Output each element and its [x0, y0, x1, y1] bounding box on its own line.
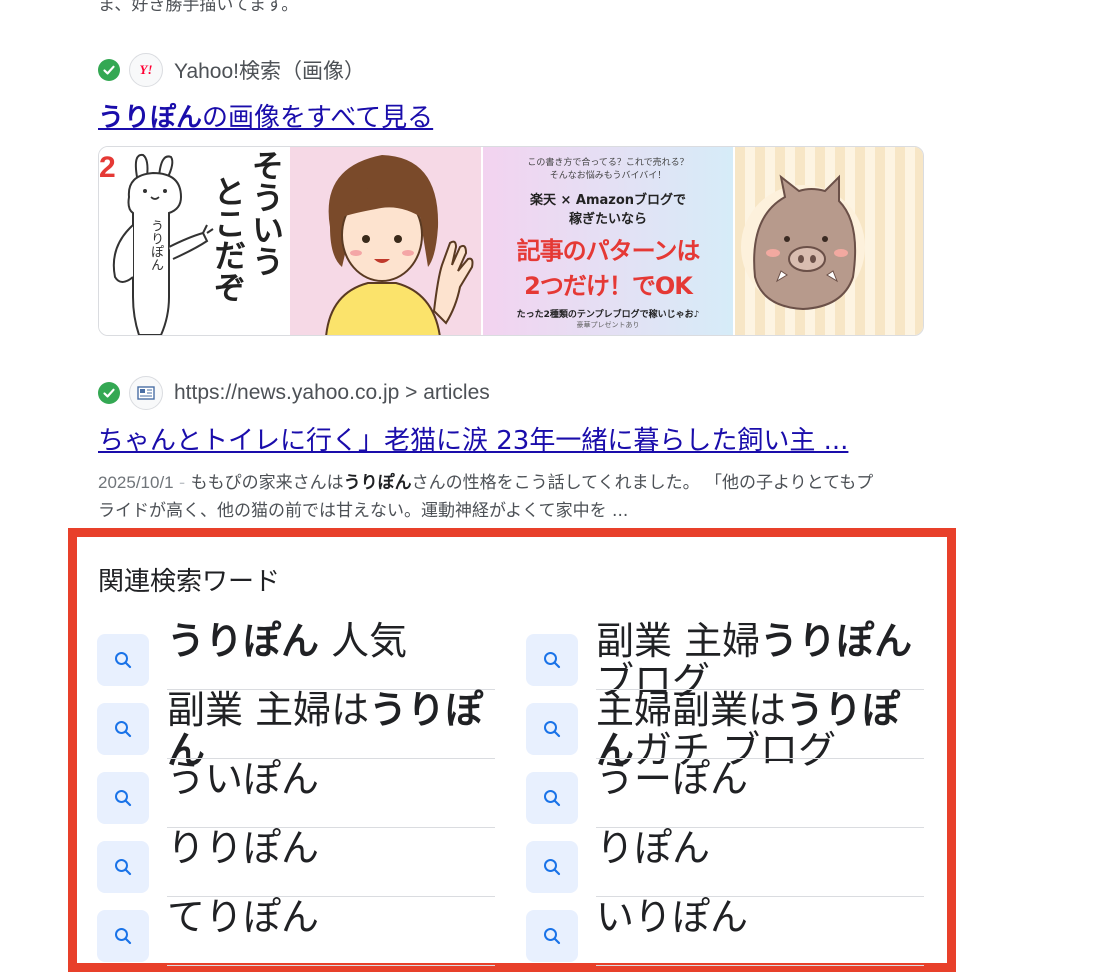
news-snippet-pre: ももぴの家来さんは: [190, 473, 344, 493]
search-icon: [526, 910, 578, 962]
search-icon: [97, 841, 149, 893]
banner-tiny-line: 豪華プレゼントあり: [576, 321, 640, 329]
news-result-source[interactable]: https://news.yahoo.co.jp > articles: [98, 375, 888, 411]
related-search-text-pre: うーぽん: [596, 757, 749, 801]
related-search-item[interactable]: うりぽん 人気: [97, 621, 495, 693]
banner-top-line2: そんなお悩みもうバイバイ！: [549, 171, 667, 181]
related-search-text-bold: うりぽん: [167, 619, 320, 663]
image-result-source-name: Yahoo!検索（画像）: [174, 60, 365, 83]
thumb1-text-line1: そういう: [247, 149, 285, 277]
image-thumbnails: 2 うりぽん そういう とこだぞ この書き方で合ってる？これで売れる？ そんなお…: [98, 146, 924, 336]
search-icon: [97, 910, 149, 962]
related-search-text: いりぽん: [596, 897, 926, 937]
search-icon: [97, 703, 149, 755]
related-search-text-pre: 副業 主婦は: [167, 688, 370, 732]
news-result: https://news.yahoo.co.jp > articles ちゃんと…: [98, 375, 888, 525]
boar-illustration: [741, 174, 865, 311]
search-icon: [97, 634, 149, 686]
banner-mid-line1: 楽天 × Amazonブログで: [529, 193, 687, 208]
news-result-title-link[interactable]: ちゃんとトイレに行く」老猫に涙 23年一緒に暮らした飼い主 ...: [98, 423, 888, 459]
search-icon: [526, 703, 578, 755]
banner-top-line1: この書き方で合ってる？これで売れる？: [527, 158, 689, 168]
related-search-text: てりぽん: [167, 897, 497, 937]
woman-waving-illustration: [325, 155, 474, 335]
image-thumbnail-woman-waving[interactable]: [290, 147, 481, 335]
related-search-text: りりぽん: [167, 828, 497, 868]
verified-check-icon: [98, 382, 120, 404]
related-search-text-pre: りぽん: [596, 826, 711, 870]
related-search-item[interactable]: りぽん: [526, 828, 924, 900]
image-thumbnail-boar[interactable]: [735, 147, 923, 335]
news-result-date: 2025/10/1: [98, 473, 174, 492]
related-search-divider: [167, 965, 495, 966]
banner-mid-line2: 稼ぎたいなら: [568, 212, 647, 227]
related-search-text-post: 人気: [319, 619, 408, 663]
news-result-snippet: 2025/10/1 - ももぴの家来さんはうりぽんさんの性格をこう話してくれまし…: [98, 469, 888, 525]
yahoo-favicon-text: Y!: [139, 62, 153, 77]
related-search-text: りぽん: [596, 828, 926, 868]
image-thumbnail-rabbit-cartoon[interactable]: 2 うりぽん そういう とこだぞ: [99, 147, 290, 335]
related-search-item[interactable]: ういぽん: [97, 759, 495, 831]
related-search-text-pre: ういぽん: [167, 757, 320, 801]
related-search-text-pre: 主婦副業は: [596, 688, 787, 732]
image-thumbnail-blog-banner[interactable]: この書き方で合ってる？これで売れる？ そんなお悩みもうバイバイ！ 楽天 × Am…: [481, 147, 735, 335]
thumb1-text-line2: とこだぞ: [209, 175, 247, 303]
related-searches-panel: 関連検索ワード うりぽん 人気 副業 主婦うりぽん ブログ 副業 主婦はうりぽん 主婦…: [68, 528, 956, 972]
related-search-item[interactable]: りりぽん: [97, 828, 495, 900]
related-search-item[interactable]: 副業 主婦うりぽん ブログ: [526, 621, 924, 701]
see-all-images-link-rest: の画像をすべて見る: [202, 103, 434, 133]
related-search-text-pre: りりぽん: [167, 826, 320, 870]
see-all-images-link-bold: うりぽん: [98, 103, 203, 133]
news-result-separator: -: [173, 473, 191, 493]
see-all-images-link[interactable]: うりぽんの画像をすべて見る: [98, 100, 433, 136]
related-search-text: うりぽん 人気: [167, 621, 497, 661]
search-icon: [97, 772, 149, 824]
yahoo-favicon-icon: Y!: [129, 53, 163, 87]
search-icon: [526, 772, 578, 824]
search-icon: [526, 841, 578, 893]
news-favicon-icon: [129, 376, 163, 410]
thumb1-badge: 2: [99, 151, 116, 184]
related-search-divider: [596, 965, 924, 966]
related-search-text-pre: てりぽん: [167, 895, 320, 939]
related-searches-title: 関連検索ワード: [98, 567, 281, 597]
thumb1-body-text: うりぽん: [148, 219, 163, 271]
related-search-item[interactable]: うーぽん: [526, 759, 924, 831]
related-search-item[interactable]: てりぽん: [97, 897, 495, 969]
banner-big-line2: 2つだけ！でOK: [524, 272, 693, 300]
related-search-text: ういぽん: [167, 759, 497, 799]
banner-big-line1: 記事のパターンは: [516, 237, 701, 265]
related-search-text: うーぽん: [596, 759, 926, 799]
news-snippet-bold: うりぽん: [343, 473, 412, 493]
banner-bottom-line: たった2種類のテンプレブログで稼いじゃお♪: [516, 310, 700, 320]
related-search-text-pre: 副業 主婦: [596, 619, 761, 663]
related-search-item[interactable]: 主婦副業はうりぽんガチ ブログ: [526, 690, 924, 770]
search-icon: [526, 634, 578, 686]
related-search-text-pre: いりぽん: [596, 895, 749, 939]
image-result: Y! Yahoo!検索（画像） うりぽんの画像をすべて見る: [98, 52, 433, 136]
related-search-item[interactable]: 副業 主婦はうりぽん: [97, 690, 495, 770]
related-search-text-bold: うりぽん: [760, 619, 913, 663]
previous-result-snippet: ま、好き勝手描いてます。: [98, 0, 299, 15]
image-result-source[interactable]: Y! Yahoo!検索（画像）: [98, 52, 433, 88]
verified-check-icon: [98, 59, 120, 81]
news-result-url: https://news.yahoo.co.jp > articles: [174, 381, 490, 404]
related-search-item[interactable]: いりぽん: [526, 897, 924, 969]
